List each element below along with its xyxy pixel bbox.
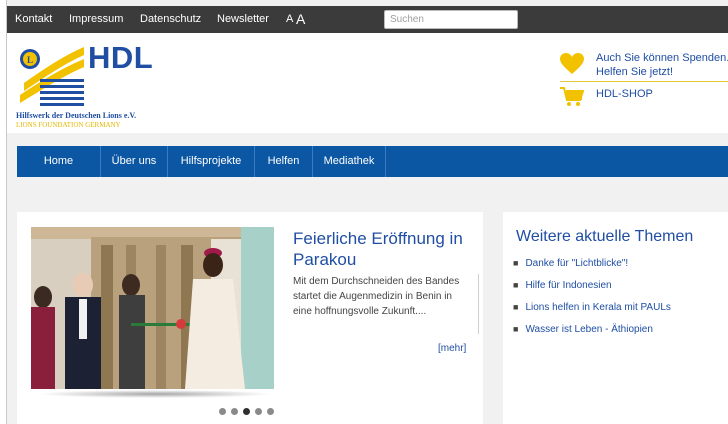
topic-item[interactable]: ■ Danke für "Lichtblicke"! — [513, 256, 671, 278]
bullet-icon: ■ — [513, 324, 519, 334]
slider-dot-4[interactable] — [255, 408, 262, 415]
nav-item-mediathek[interactable]: Mediathek — [313, 146, 386, 177]
site-header: L HDL Hilfswerk der Deutschen Lions e.V.… — [7, 33, 728, 133]
header-divider — [560, 81, 728, 82]
logo-subtitle: Hilfswerk der Deutschen Lions e.V. — [16, 111, 137, 120]
slider-dot-3-active[interactable] — [243, 408, 250, 415]
teaser-divider — [478, 274, 479, 334]
font-size-large-button[interactable]: A — [296, 11, 305, 27]
page: Kontakt Impressum Datenschutz Newsletter… — [6, 0, 728, 424]
topic-link[interactable]: Hilfe für Indonesien — [525, 280, 611, 291]
svg-text:L: L — [27, 55, 33, 65]
bullet-icon: ■ — [513, 258, 519, 268]
main-nav: Home Über uns Hilfsprojekte Helfen Media… — [17, 146, 728, 177]
font-size-small-button[interactable]: A — [286, 13, 293, 25]
topics-title: Weitere aktuelle Themen — [516, 228, 694, 245]
topbar-link-datenschutz[interactable]: Datenschutz — [140, 13, 201, 25]
logo-subtitle-foundation: LIONS FOUNDATION GERMANY — [16, 121, 121, 129]
bullet-icon: ■ — [513, 302, 519, 312]
donate-link-line2[interactable]: Helfen Sie jetzt! — [596, 66, 673, 78]
slider-dot-1[interactable] — [219, 408, 226, 415]
featured-title[interactable]: Feierliche Eröffnung in Parakou — [293, 228, 473, 270]
topics-list: ■ Danke für "Lichtblicke"! ■ Hilfe für Ind… — [513, 256, 671, 344]
featured-photo[interactable] — [31, 227, 274, 389]
topbar-link-kontakt[interactable]: Kontakt — [15, 13, 52, 25]
featured-teaser: Mit dem Durchschneiden des Bandes starte… — [293, 276, 460, 317]
bullet-icon: ■ — [513, 280, 519, 290]
topic-link[interactable]: Wasser ist Leben - Äthiopien — [525, 324, 652, 335]
topic-link[interactable]: Lions helfen in Kerala mit PAULs — [525, 302, 670, 313]
topic-item[interactable]: ■ Lions helfen in Kerala mit PAULs — [513, 300, 671, 322]
logo-wordmark[interactable]: HDL — [88, 40, 153, 76]
hdl-logo-icon[interactable]: L — [16, 43, 86, 109]
topbar-link-impressum[interactable]: Impressum — [69, 13, 123, 25]
shop-link[interactable]: HDL-SHOP — [596, 88, 653, 100]
donate-link-line1[interactable]: Auch Sie können Spenden. — [596, 52, 728, 64]
slider-dot-5[interactable] — [267, 408, 274, 415]
nav-item-ueber-uns[interactable]: Über uns — [101, 146, 168, 177]
top-bar: Kontakt Impressum Datenschutz Newsletter… — [7, 6, 728, 33]
topbar-link-newsletter[interactable]: Newsletter — [217, 13, 269, 25]
cart-icon[interactable] — [560, 86, 584, 108]
read-more-link[interactable]: [mehr] — [438, 343, 466, 354]
topic-link[interactable]: Danke für "Lichtblicke"! — [525, 258, 628, 269]
slider-dot-2[interactable] — [231, 408, 238, 415]
heart-icon[interactable] — [560, 53, 584, 75]
featured-article-card: Feierliche Eröffnung in Parakou Mit dem … — [17, 212, 483, 424]
photo-shadow — [37, 390, 273, 398]
topics-card: Weitere aktuelle Themen ■ Danke für "Lich… — [503, 212, 728, 424]
slider-dots — [219, 408, 274, 415]
nav-item-home[interactable]: Home — [17, 146, 101, 177]
search-input[interactable] — [384, 10, 518, 29]
topic-item[interactable]: ■ Wasser ist Leben - Äthiopien — [513, 322, 671, 344]
nav-item-hilfsprojekte[interactable]: Hilfsprojekte — [168, 146, 255, 177]
nav-item-helfen[interactable]: Helfen — [255, 146, 313, 177]
topic-item[interactable]: ■ Hilfe für Indonesien — [513, 278, 671, 300]
